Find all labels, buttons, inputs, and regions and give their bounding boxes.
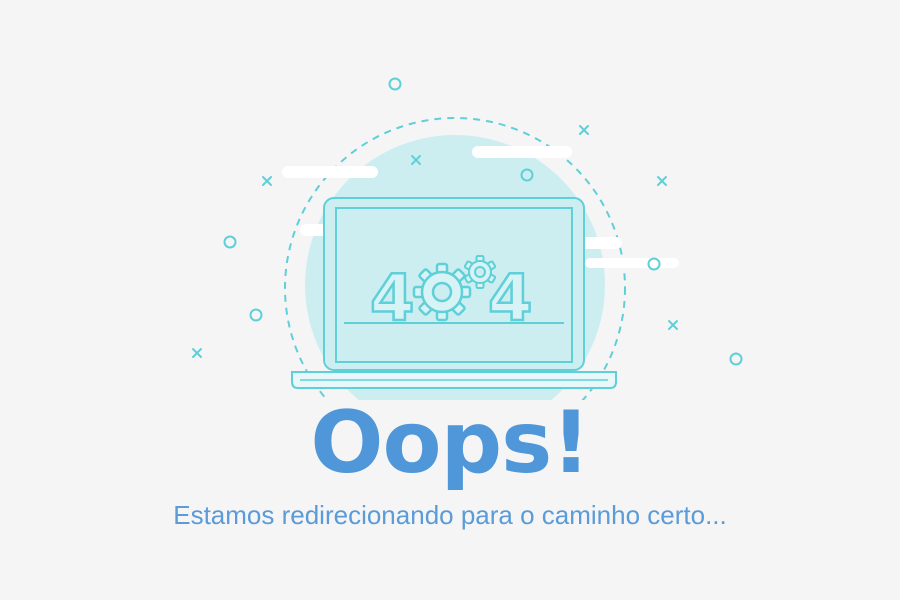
gear-icon: [412, 262, 472, 322]
error-404-illustration: 4 4: [192, 77, 743, 400]
error-headline: Oops!: [310, 393, 590, 493]
error-page: 4 4 Oops! Estamos redirecionando para o …: [0, 0, 900, 600]
error-code-digit-right: 4: [488, 262, 533, 336]
redirect-message: Estamos redirecionando para o caminho ce…: [173, 500, 727, 530]
small-gear-icon: [463, 255, 497, 289]
error-code-digit-left: 4: [370, 262, 415, 336]
